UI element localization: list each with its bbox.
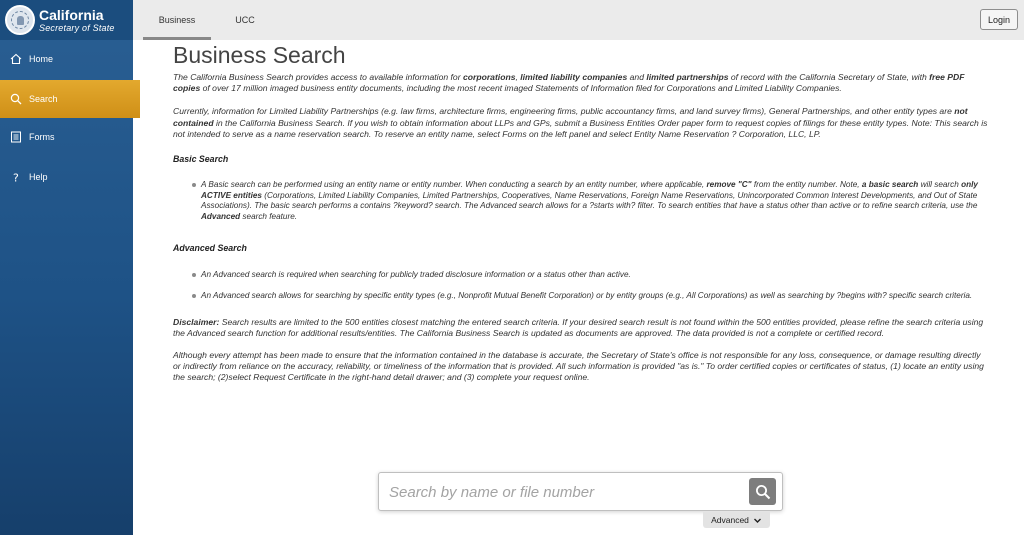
sidebar-item-label: Forms (29, 132, 55, 142)
svg-text:?: ? (13, 172, 19, 184)
chevron-down-icon (753, 518, 761, 523)
disclaimer-paragraph: Disclaimer: Search results are limited t… (173, 316, 984, 338)
advanced-search-toggle[interactable]: Advanced (703, 512, 770, 528)
login-button[interactable]: Login (980, 9, 1018, 30)
help-icon: ? (9, 170, 23, 184)
brand-title: California (39, 6, 104, 23)
coverage-paragraph: Currently, information for Limited Liabi… (173, 106, 988, 139)
sidebar-item-label: Home (29, 54, 54, 64)
liability-paragraph: Although every attempt has been made to … (173, 349, 984, 383)
sidebar: California Secretary of State Home Searc… (0, 0, 140, 535)
list-item: A Basic search can be performed using an… (189, 180, 988, 222)
sidebar-item-help[interactable]: ? Help (0, 158, 133, 196)
list-item: An Advanced search is required when sear… (189, 270, 988, 281)
magnifier-icon (755, 484, 770, 499)
main-content: Business Search The California Business … (173, 40, 988, 384)
state-seal-icon (5, 5, 35, 35)
intro-paragraph: The California Business Search provides … (173, 72, 965, 94)
sidebar-item-forms[interactable]: Forms (0, 118, 133, 156)
search-box (378, 472, 783, 511)
sidebar-item-label: Help (29, 172, 48, 182)
advanced-search-list: An Advanced search is required when sear… (189, 270, 988, 301)
home-icon (9, 52, 23, 66)
search-icon (9, 92, 23, 106)
tab-ucc[interactable]: UCC (227, 0, 263, 40)
top-bar: Business UCC Login (133, 0, 1024, 40)
tab-business[interactable]: Business (143, 0, 211, 40)
forms-icon (9, 130, 23, 144)
sidebar-item-home[interactable]: Home (0, 40, 133, 78)
search-button[interactable] (749, 478, 776, 505)
brand-subtitle: Secretary of State (39, 22, 115, 33)
page-title: Business Search (173, 42, 346, 68)
basic-search-heading: Basic Search (173, 154, 229, 165)
brand[interactable]: California Secretary of State (0, 0, 133, 40)
search-input[interactable] (389, 481, 729, 503)
basic-search-list: A Basic search can be performed using an… (189, 180, 988, 222)
sidebar-item-search[interactable]: Search (0, 80, 140, 118)
sidebar-item-label: Search (29, 94, 58, 104)
list-item: An Advanced search allows for searching … (189, 291, 988, 302)
advanced-search-heading: Advanced Search (173, 243, 247, 254)
